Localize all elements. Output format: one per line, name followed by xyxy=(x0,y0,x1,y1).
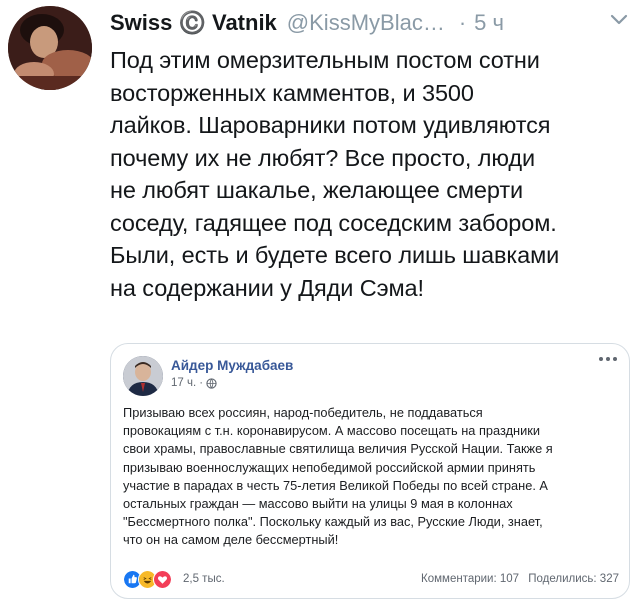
separator-dot: · xyxy=(458,10,467,35)
meta-separator: · xyxy=(199,377,204,389)
tweet-text-line: соседу, гадящее под соседским забором. xyxy=(110,209,557,236)
tweet-text-line: на содержании у Дяди Сэма! xyxy=(110,274,424,301)
post-text-line: Призываю всех россиян, народ-победитель,… xyxy=(123,405,483,420)
tweet-text-line: не любят шакалье, желающее смерти xyxy=(110,177,524,203)
tweet-timestamp[interactable]: 5 ч xyxy=(474,10,504,36)
tweet-text-line: Под этим омерзительным постом сотни xyxy=(110,47,540,73)
post-footer: 2,5 тыс. Комментарии: 107 Поделились: 32… xyxy=(123,570,619,590)
author-photo xyxy=(123,356,163,396)
post-text: Призываю всех россиян, народ-победитель,… xyxy=(123,404,623,550)
tweet-text: Под этим омерзительным постом сотни вост… xyxy=(110,44,638,304)
love-icon xyxy=(153,570,172,589)
user-avatar[interactable] xyxy=(8,6,92,90)
post-text-line: участие в парадах в честь 75-летия Велик… xyxy=(123,477,548,493)
shares-count[interactable]: Поделились: 327 xyxy=(528,573,619,585)
tweet-text-line: Были, есть и будете всего лишь шавками xyxy=(110,242,560,268)
post-text-line: призываю военнослужащих непобедимой росс… xyxy=(123,459,536,475)
post-text-line: "Бессмертного полка". Поскольку каждый и… xyxy=(123,514,543,530)
tweet: Swiss ©️ Vatnik @KissMyBlac… · 5 ч Под э… xyxy=(0,0,640,601)
user-handle[interactable]: @KissMyBlac… xyxy=(287,10,445,36)
tweet-text-line: почему их не любят? Все просто, люди xyxy=(110,144,535,171)
post-text-line: провокациям с т.н. коронавирусом. А масс… xyxy=(123,423,541,439)
post-text-line: остальных граждан — массово выйти на ули… xyxy=(123,496,513,512)
post-meta: 17 ч. · xyxy=(171,377,217,389)
display-name[interactable]: Swiss ©️ Vatnik xyxy=(110,10,277,36)
chevron-down-icon[interactable] xyxy=(610,14,628,26)
more-dots-icon[interactable] xyxy=(597,354,619,364)
tweet-text-line: восторженных камментов, и 3500 xyxy=(110,79,474,106)
post-text-line: что он на самом деле бессмертный! xyxy=(123,532,339,548)
globe-icon xyxy=(206,377,217,389)
post-text-line: свои храмы, православные святилища велич… xyxy=(123,441,553,457)
tweet-header: Swiss ©️ Vatnik @KissMyBlac… · 5 ч xyxy=(110,8,640,38)
tweet-text-line: лайков. Шароварники потом удивляются xyxy=(110,112,551,138)
comments-count[interactable]: Комментарии: 107 xyxy=(421,573,519,585)
reactions[interactable] xyxy=(123,570,172,589)
embedded-post-card[interactable]: Айдер Муждабаев 17 ч. · Призываю всех ро… xyxy=(110,343,630,599)
post-author-avatar[interactable] xyxy=(123,356,163,396)
reactions-count[interactable]: 2,5 тыс. xyxy=(183,573,225,585)
avatar-photo xyxy=(8,6,92,90)
post-time[interactable]: 17 ч. xyxy=(171,377,196,389)
post-author-name[interactable]: Айдер Муждабаев xyxy=(171,358,293,373)
post-stats: Комментарии: 107 Поделились: 327 xyxy=(421,573,619,585)
